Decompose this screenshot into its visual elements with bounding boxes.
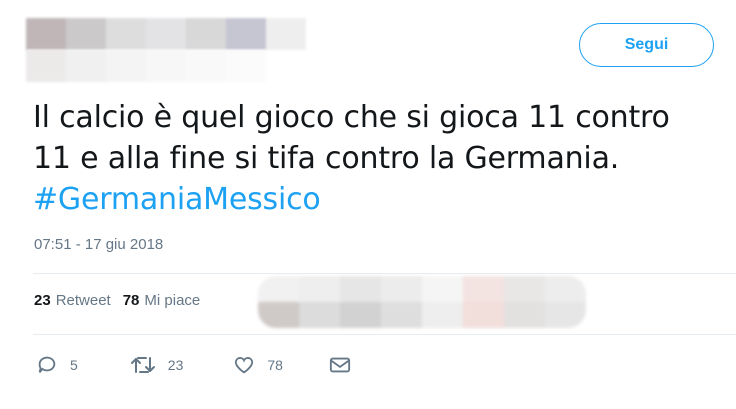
tweet-actions: 5 23 78 <box>36 354 351 376</box>
author-blur <box>26 18 306 50</box>
follow-button[interactable]: Segui <box>579 23 714 67</box>
author-handle-blur <box>26 50 266 82</box>
retweets-stat[interactable]: 23 Retweet <box>34 292 111 309</box>
hashtag-link[interactable]: #GermaniaMessico <box>33 179 723 220</box>
retweets-count: 23 <box>34 292 51 309</box>
reply-icon <box>38 356 56 373</box>
divider-top <box>33 273 736 274</box>
retweets-label: Retweet <box>55 292 111 309</box>
tweet-text-line-2: 11 e alla fine si tifa contro la Germani… <box>33 141 620 176</box>
tweet-timestamp[interactable]: 07:51 - 17 giu 2018 <box>34 236 163 253</box>
like-icon <box>235 357 254 374</box>
reply-count: 5 <box>70 357 78 373</box>
likes-label: Mi piace <box>144 292 201 309</box>
retweet-button[interactable]: 23 <box>130 354 184 376</box>
like-count: 78 <box>267 357 283 373</box>
liker-avatars-blur <box>258 276 586 328</box>
divider-bottom <box>33 334 736 335</box>
retweet-icon <box>130 357 155 373</box>
retweet-count: 23 <box>167 357 184 373</box>
message-icon <box>329 357 351 373</box>
likes-stat[interactable]: 78 Mi piace <box>123 292 201 309</box>
likes-count: 78 <box>122 292 140 309</box>
tweet-text-line-1: Il calcio è quel gioco che si gioca 11 c… <box>33 100 670 135</box>
tweet-text: Il calcio è quel gioco che si gioca 11 c… <box>33 97 723 220</box>
tweet-stats: 23 Retweet 78 Mi piace <box>34 292 200 309</box>
direct-message-button[interactable] <box>329 355 351 375</box>
reply-button[interactable]: 5 <box>36 354 78 376</box>
like-button[interactable]: 78 <box>233 354 283 376</box>
